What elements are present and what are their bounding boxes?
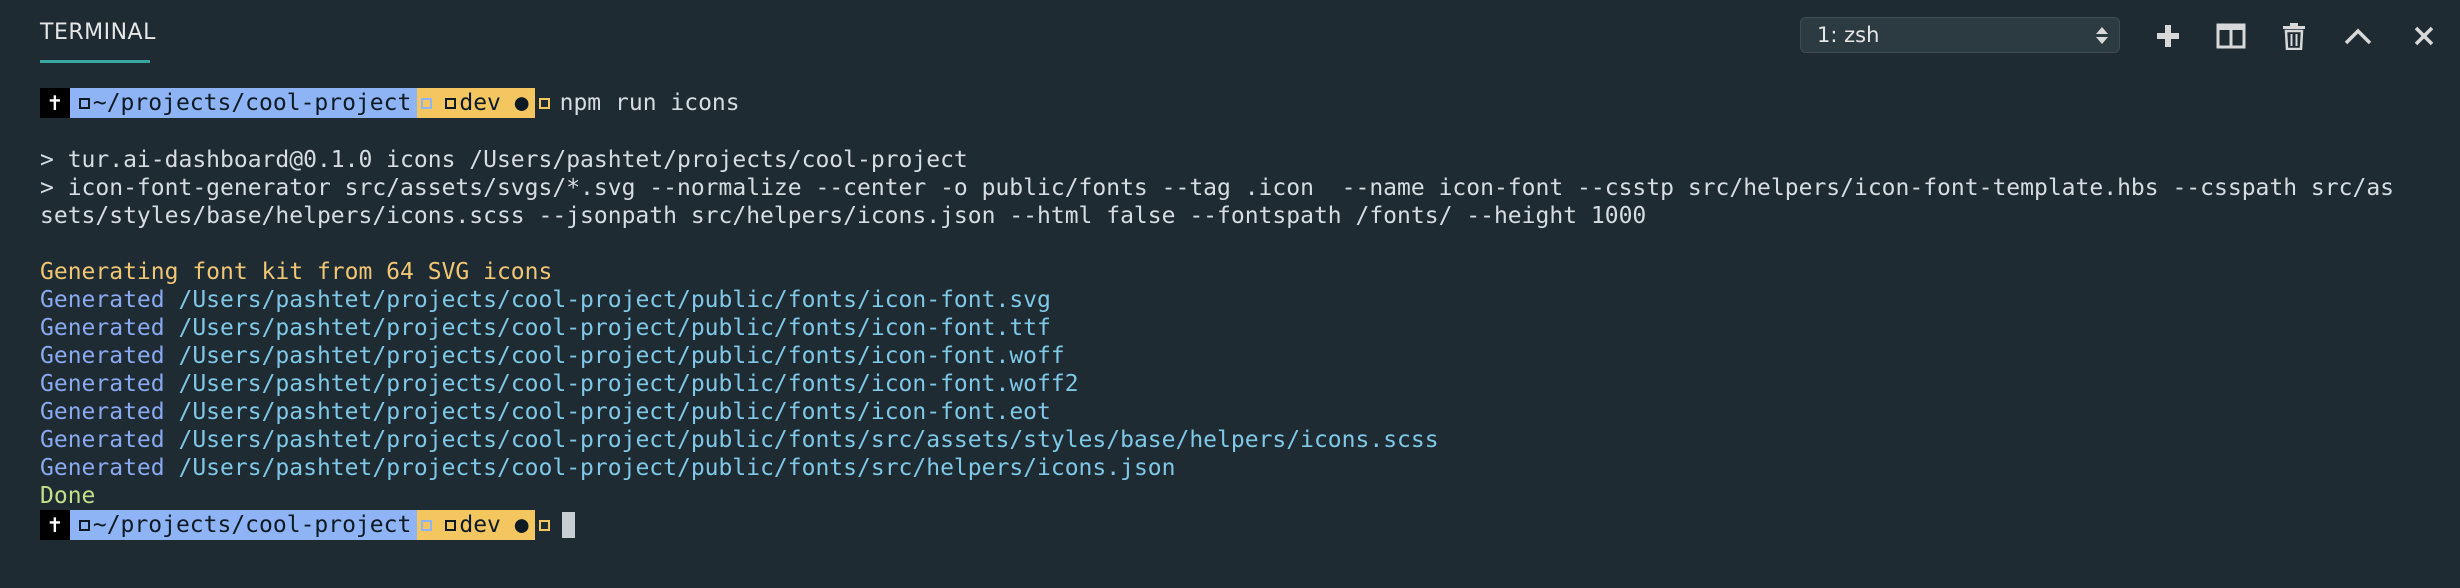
terminal-panel: TERMINAL 1: zsh ✝ ~/projects/cool-projec…	[0, 0, 2460, 588]
split-icon	[2216, 23, 2246, 49]
prompt-branch: dev ●	[436, 88, 535, 118]
generated-line: Generated /Users/pashtet/projects/cool-p…	[40, 454, 2440, 482]
tab-terminal[interactable]: TERMINAL	[40, 20, 156, 64]
close-panel-button[interactable]	[2404, 16, 2444, 56]
generated-label: Generated	[40, 427, 165, 453]
prompt-path: ~/projects/cool-project	[69, 88, 418, 118]
generated-line: Generated /Users/pashtet/projects/cool-p…	[40, 286, 2440, 314]
terminal-cursor	[561, 512, 575, 538]
generated-line: Generated /Users/pashtet/projects/cool-p…	[40, 370, 2440, 398]
plus-icon	[2157, 25, 2179, 47]
close-icon	[2414, 26, 2434, 46]
prompt-branch: dev ●	[436, 510, 535, 540]
generated-label: Generated	[40, 399, 165, 425]
generating-line: Generating font kit from 64 SVG icons	[40, 259, 553, 285]
generated-label: Generated	[40, 343, 165, 369]
generated-path: /Users/pashtet/projects/cool-project/pub…	[178, 343, 1065, 369]
separator-icon	[78, 520, 90, 531]
kill-terminal-button[interactable]	[2274, 16, 2314, 56]
prompt-cross: ✝	[40, 510, 70, 540]
shell-select-value: 1: zsh	[1817, 23, 1880, 47]
separator-icon	[78, 98, 90, 109]
generated-label: Generated	[40, 455, 165, 481]
branch-icon	[445, 98, 457, 109]
generated-path: /Users/pashtet/projects/cool-project/pub…	[178, 455, 1176, 481]
output-line: > tur.ai-dashboard@0.1.0 icons /Users/pa…	[40, 147, 968, 173]
generated-line: Generated /Users/pashtet/projects/cool-p…	[40, 426, 2440, 454]
split-terminal-button[interactable]	[2211, 16, 2251, 56]
prompt-path-text: ~/projects/cool-project	[92, 90, 412, 116]
prompt-branch-text: dev ●	[459, 90, 529, 116]
generated-label: Generated	[40, 287, 165, 313]
generated-label: Generated	[40, 371, 165, 397]
generated-line: Generated /Users/pashtet/projects/cool-p…	[40, 314, 2440, 342]
separator-icon	[417, 510, 437, 540]
separator-icon	[534, 510, 554, 540]
generated-line: Generated /Users/pashtet/projects/cool-p…	[40, 398, 2440, 426]
select-arrows-icon	[2095, 18, 2109, 52]
prompt-path: ~/projects/cool-project	[69, 510, 418, 540]
new-terminal-button[interactable]	[2148, 16, 2188, 56]
prompt-cross: ✝	[40, 88, 70, 118]
generated-label: Generated	[40, 315, 165, 341]
chevron-up-icon	[2344, 28, 2372, 45]
prompt-line: ✝ ~/projects/cool-project dev ● npm run ico…	[40, 88, 2440, 118]
generated-path: /Users/pashtet/projects/cool-project/pub…	[178, 315, 1051, 341]
branch-icon	[445, 520, 457, 531]
shell-select[interactable]: 1: zsh	[1800, 17, 2120, 53]
terminal-header: TERMINAL 1: zsh	[0, 0, 2460, 70]
done-line: Done	[40, 483, 96, 509]
terminal-output[interactable]: ✝ ~/projects/cool-project dev ● npm run ico…	[40, 88, 2440, 540]
prompt-command: npm run icons	[559, 90, 740, 116]
prompt-line: ✝ ~/projects/cool-project dev ●	[40, 510, 2440, 540]
prompt-branch-text: dev ●	[459, 512, 529, 538]
prompt-path-text: ~/projects/cool-project	[92, 512, 412, 538]
output-line: > icon-font-generator src/assets/svgs/*.…	[40, 175, 2395, 201]
maximize-panel-button[interactable]	[2338, 16, 2378, 56]
trash-icon	[2283, 23, 2305, 50]
generated-path: /Users/pashtet/projects/cool-project/pub…	[178, 427, 1439, 453]
output-line: sets/styles/base/helpers/icons.scss --js…	[40, 203, 1647, 229]
generated-path: /Users/pashtet/projects/cool-project/pub…	[178, 399, 1051, 425]
active-tab-indicator	[40, 60, 150, 63]
separator-icon	[417, 88, 437, 118]
generated-path: /Users/pashtet/projects/cool-project/pub…	[178, 371, 1079, 397]
generated-line: Generated /Users/pashtet/projects/cool-p…	[40, 342, 2440, 370]
separator-icon	[534, 88, 554, 118]
generated-path: /Users/pashtet/projects/cool-project/pub…	[178, 287, 1051, 313]
